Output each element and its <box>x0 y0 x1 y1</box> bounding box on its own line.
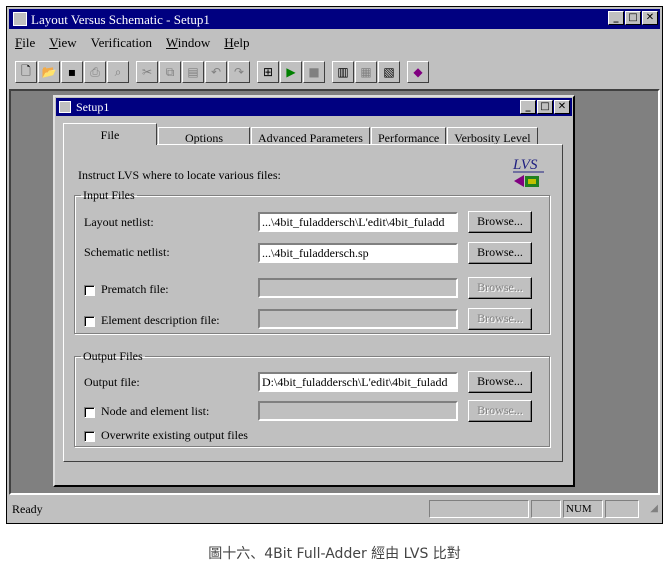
minimize-button[interactable]: _ <box>608 11 624 25</box>
schematic-netlist-field[interactable]: ...\4bit_fuladdersch.sp <box>258 243 458 263</box>
setup-maximize-button[interactable]: □ <box>537 100 553 114</box>
status-panel-4 <box>605 500 639 518</box>
overwrite-row: Overwrite existing output files <box>84 428 248 443</box>
layout-browse-button[interactable]: Browse... <box>468 211 532 233</box>
layout-netlist-label: Layout netlist: <box>84 215 154 229</box>
setup-minimize-button[interactable]: _ <box>520 100 536 114</box>
main-titlebar[interactable]: Layout Versus Schematic - Setup1 _ □ ✕ <box>9 9 660 29</box>
open-icon[interactable]: 📂 <box>38 61 60 83</box>
redo-icon[interactable]: ↷ <box>228 61 250 83</box>
element-description-label: Element description file: <box>101 313 220 327</box>
node-element-label: Node and element list: <box>101 404 210 418</box>
menu-file[interactable]: File <box>15 35 35 51</box>
element-description-browse-button[interactable]: Browse... <box>468 308 532 330</box>
node-element-row: Node and element list: <box>84 404 209 419</box>
overwrite-checkbox[interactable] <box>84 430 95 442</box>
node-element-checkbox[interactable] <box>84 406 95 418</box>
undo-icon[interactable]: ↶ <box>205 61 227 83</box>
print-icon[interactable]: ⎙ <box>84 61 106 83</box>
tab-strip: File Options Advanced Parameters Perform… <box>63 123 539 145</box>
schematic-netlist-label: Schematic netlist: <box>84 245 170 259</box>
chart-icon[interactable]: ▥ <box>332 61 354 83</box>
preview-icon[interactable]: ⌕ <box>107 61 129 83</box>
resize-grip-icon[interactable]: ◢ <box>650 503 658 514</box>
main-window: Layout Versus Schematic - Setup1 _ □ ✕ F… <box>6 6 663 524</box>
status-text: Ready <box>12 502 43 516</box>
node-element-browse-button[interactable]: Browse... <box>468 400 532 422</box>
layout-netlist-field[interactable]: ...\4bit_fuladdersch\L'edit\4bit_fuladd <box>258 212 458 232</box>
menu-window[interactable]: Window <box>166 35 210 51</box>
run-icon[interactable]: ▶ <box>280 61 302 83</box>
setup-titlebar[interactable]: Setup1 _ □ ✕ <box>56 98 572 116</box>
output-file-label: Output file: <box>84 375 140 389</box>
status-panel-1 <box>429 500 529 518</box>
stop-icon[interactable]: ■ <box>303 61 325 83</box>
output-browse-button[interactable]: Browse... <box>468 371 532 393</box>
prematch-row: Prematch file: <box>84 282 169 297</box>
element-description-field[interactable] <box>258 309 458 329</box>
prematch-checkbox[interactable] <box>84 284 95 296</box>
setup-title: Setup1 <box>76 100 110 114</box>
menu-view[interactable]: View <box>49 35 76 51</box>
menu-verification[interactable]: Verification <box>91 35 152 51</box>
app-icon[interactable] <box>13 12 27 26</box>
schematic-browse-button[interactable]: Browse... <box>468 242 532 264</box>
close-button[interactable]: ✕ <box>642 11 658 25</box>
window-title: Layout Versus Schematic - Setup1 <box>31 12 210 27</box>
mdi-workspace: Setup1 _ □ ✕ File Options Advanced Param… <box>9 89 660 495</box>
output-files-legend: Output Files <box>83 349 143 363</box>
help-book-icon[interactable]: ◆ <box>407 61 429 83</box>
input-files-legend: Input Files <box>83 188 135 202</box>
chart2-icon[interactable]: ▦ <box>355 61 377 83</box>
status-num: NUM <box>563 500 603 518</box>
tab-verbosity-level[interactable]: Verbosity Level <box>447 127 538 145</box>
status-bar: Ready NUM ◢ <box>9 499 660 519</box>
menu-help[interactable]: Help <box>224 35 249 51</box>
tab-performance[interactable]: Performance <box>370 127 447 145</box>
tab-file[interactable]: File <box>63 123 157 145</box>
setup-window-icon[interactable] <box>59 101 71 113</box>
toolbar: 🗋 📂 ▪ ⎙ ⌕ ✂ ⧉ ▤ ↶ ↷ ⊞ ▶ ■ ▥ ▦ ▧ ◆ <box>15 59 430 85</box>
prematch-browse-button[interactable]: Browse... <box>468 277 532 299</box>
menubar: File View Verification Window Help <box>15 35 250 51</box>
svg-text:LVS: LVS <box>512 157 538 173</box>
node-element-field[interactable] <box>258 401 458 421</box>
prematch-label: Prematch file: <box>101 282 169 296</box>
new-icon[interactable]: 🗋 <box>15 61 37 83</box>
figure-caption: 圖十六、4Bit Full-Adder 經由 LVS 比對 <box>208 546 461 562</box>
paste-icon[interactable]: ▤ <box>182 61 204 83</box>
copy-icon[interactable]: ⧉ <box>159 61 181 83</box>
status-panel-2 <box>531 500 561 518</box>
instruction-text: Instruct LVS where to locate various fil… <box>78 168 281 182</box>
setup-window: Setup1 _ □ ✕ File Options Advanced Param… <box>53 95 575 487</box>
save-icon[interactable]: ▪ <box>61 61 83 83</box>
file-tab-panel: Instruct LVS where to locate various fil… <box>63 144 563 462</box>
cut-icon[interactable]: ✂ <box>136 61 158 83</box>
tab-advanced-parameters[interactable]: Advanced Parameters <box>251 127 370 145</box>
chart3-icon[interactable]: ▧ <box>378 61 400 83</box>
output-file-field[interactable]: D:\4bit_fuladdersch\L'edit\4bit_fuladd <box>258 372 458 392</box>
find-icon[interactable]: ⊞ <box>257 61 279 83</box>
element-description-row: Element description file: <box>84 313 220 328</box>
maximize-button[interactable]: □ <box>625 11 641 25</box>
prematch-field[interactable] <box>258 278 458 298</box>
overwrite-label: Overwrite existing output files <box>101 428 248 442</box>
element-description-checkbox[interactable] <box>84 315 95 327</box>
tab-options[interactable]: Options <box>158 127 250 145</box>
setup-close-button[interactable]: ✕ <box>554 100 570 114</box>
